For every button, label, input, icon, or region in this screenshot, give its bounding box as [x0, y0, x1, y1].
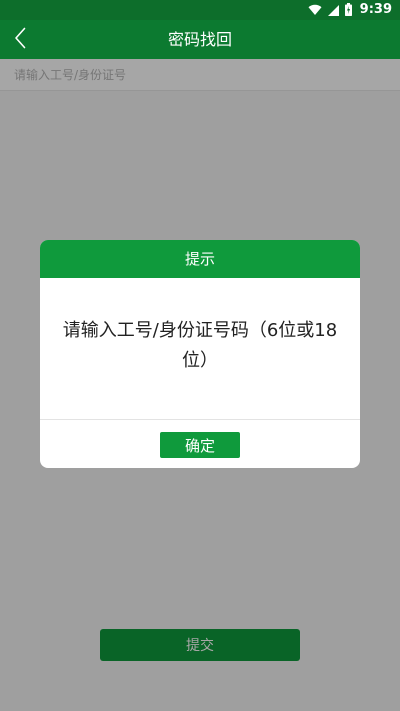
status-bar: 9:39 — [0, 0, 400, 20]
dialog-divider — [40, 419, 360, 420]
dialog-title: 提示 — [40, 240, 360, 278]
wifi-icon — [308, 1, 322, 20]
confirm-button[interactable]: 确定 — [160, 432, 240, 458]
status-time: 9:39 — [359, 2, 392, 17]
dialog-message: 请输入工号/身份证号码（6位或18位） — [62, 320, 338, 371]
status-icons: 9:39 — [308, 0, 392, 20]
alert-dialog: 提示 请输入工号/身份证号码（6位或18位） 确定 — [40, 240, 360, 468]
battery-icon — [344, 1, 352, 20]
toolbar: 密码找回 — [0, 20, 400, 59]
cell-signal-icon — [327, 1, 339, 20]
page-title: 密码找回 — [167, 30, 232, 49]
